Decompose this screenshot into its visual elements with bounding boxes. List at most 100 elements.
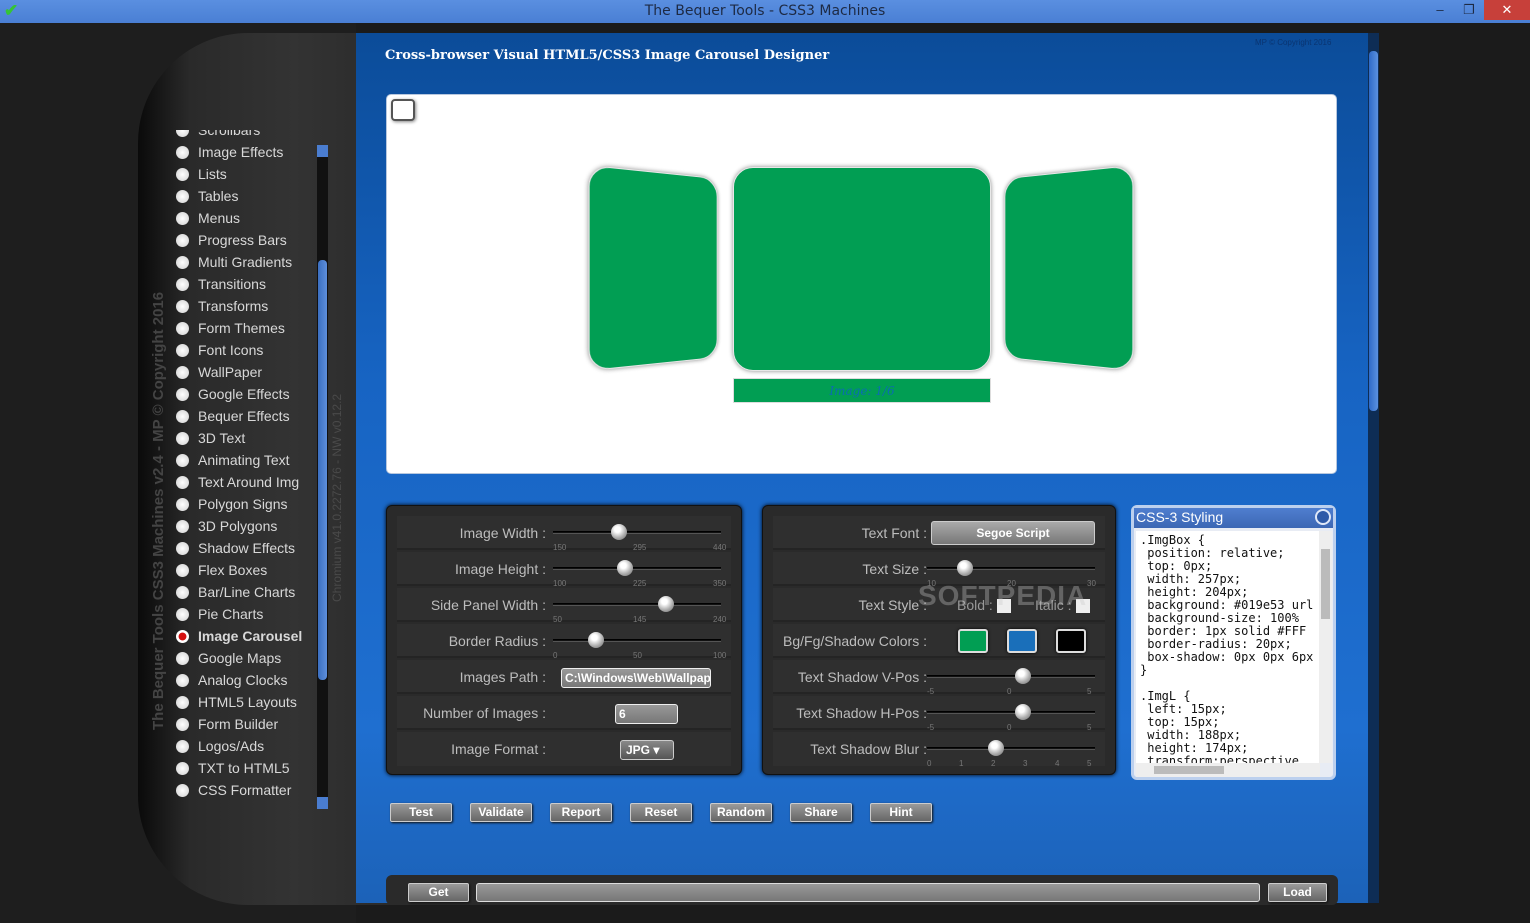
sidebar-item[interactable]: Flex Boxes [174,559,314,581]
sidebar-item[interactable]: Animating Text [174,449,314,471]
sidebar-item[interactable]: Google Effects [174,383,314,405]
css-vertical-scrollbar[interactable] [1319,531,1332,763]
slider-track[interactable] [927,747,1095,750]
slider-knob[interactable] [988,740,1004,756]
slider-knob[interactable] [957,560,973,576]
carousel-center-image[interactable] [733,167,991,371]
radio-icon[interactable] [176,652,189,665]
nav-scrollbar[interactable] [317,145,328,809]
radio-icon[interactable] [176,762,189,775]
sidebar-item[interactable]: 3D Text [174,427,314,449]
radio-icon[interactable] [176,674,189,687]
sidebar-item[interactable]: CSS Formatter [174,779,314,801]
bg-color-swatch[interactable] [958,629,988,653]
sidebar-item[interactable]: Multi Gradients [174,251,314,273]
radio-icon[interactable] [176,388,189,401]
radio-icon[interactable] [176,190,189,203]
text-shadow-blur-slider[interactable]: 0 1 2 3 4 5 [927,739,1095,761]
slider-track[interactable] [553,531,721,534]
sidebar-item[interactable]: Font Icons [174,339,314,361]
minimize-button[interactable]: – [1425,0,1455,20]
url-input[interactable] [476,883,1260,902]
border-radius-slider[interactable]: 0 50 100 [553,631,721,653]
radio-icon[interactable] [176,542,189,555]
image-format-select[interactable]: JPG ▾ [620,740,674,760]
image-height-slider[interactable]: 100 225 350 [553,559,721,581]
sidebar-item[interactable]: Menus [174,207,314,229]
radio-icon[interactable] [176,322,189,335]
sidebar-item[interactable]: 3D Polygons [174,515,314,537]
sidebar-item[interactable]: Image Carousel [174,625,314,647]
radio-icon[interactable] [176,300,189,313]
radio-icon[interactable] [176,696,189,709]
slider-knob[interactable] [611,524,627,540]
radio-icon[interactable] [176,410,189,423]
report-button[interactable]: Report [550,803,612,822]
radio-icon[interactable] [176,168,189,181]
slider-track[interactable] [553,639,721,642]
radio-icon[interactable] [176,476,189,489]
sidebar-item[interactable]: Pie Charts [174,603,314,625]
slider-track[interactable] [927,711,1095,714]
carousel-right-image[interactable] [1004,165,1133,371]
slider-track[interactable] [553,567,721,570]
sidebar-item[interactable]: Transforms [174,295,314,317]
radio-icon[interactable] [176,454,189,467]
css-code-textarea[interactable]: .ImgBox { position: relative; top: 0px; … [1136,531,1320,763]
sidebar-item[interactable]: Image Effects [174,141,314,163]
sidebar-item[interactable]: HTML5 Layouts [174,691,314,713]
test-button[interactable]: Test [390,803,452,822]
sidebar-item[interactable]: Progress Bars [174,229,314,251]
hint-button[interactable]: Hint [870,803,932,822]
carousel-left-image[interactable] [589,165,718,371]
css-panel-toggle-button[interactable] [1315,509,1331,525]
main-scroll-thumb[interactable] [1369,51,1378,411]
images-path-input[interactable]: C:\Windows\Web\Wallpaper [561,668,711,688]
css-hscroll-thumb[interactable] [1154,766,1224,774]
radio-icon[interactable] [176,784,189,797]
reset-button[interactable]: Reset [630,803,692,822]
radio-icon[interactable] [176,586,189,599]
shadow-color-swatch[interactable] [1056,629,1086,653]
text-size-slider[interactable]: 10 20 30 [927,559,1095,581]
radio-icon[interactable] [176,498,189,511]
slider-knob[interactable] [617,560,633,576]
close-button[interactable]: ✕ [1484,0,1530,20]
text-shadow-hpos-slider[interactable]: -5 0 5 [927,703,1095,725]
share-button[interactable]: Share [790,803,852,822]
sidebar-item[interactable]: Form Builder [174,713,314,735]
get-button[interactable]: Get [408,883,469,902]
text-font-button[interactable]: Segoe Script [931,521,1095,545]
radio-icon[interactable] [176,630,189,643]
radio-icon[interactable] [176,718,189,731]
css-vscroll-thumb[interactable] [1321,549,1330,619]
fg-color-swatch[interactable] [1007,629,1037,653]
sidebar-item[interactable]: Form Themes [174,317,314,339]
radio-icon[interactable] [176,366,189,379]
side-panel-width-slider[interactable]: 50 145 240 [553,595,721,617]
sidebar-item[interactable]: Tables [174,185,314,207]
restore-button[interactable]: ❐ [1454,0,1484,20]
radio-icon[interactable] [176,146,189,159]
slider-track[interactable] [927,675,1095,678]
sidebar-item[interactable]: TXT to HTML5 [174,757,314,779]
nav-scroll-down-arrow[interactable] [317,797,328,809]
radio-icon[interactable] [176,344,189,357]
radio-icon[interactable] [176,740,189,753]
radio-icon[interactable] [176,564,189,577]
radio-icon[interactable] [176,234,189,247]
text-shadow-vpos-slider[interactable]: -5 0 5 [927,667,1095,689]
preview-checkbox[interactable] [391,99,415,121]
sidebar-item[interactable]: Scrollbars [174,130,314,141]
sidebar-item[interactable]: Bequer Effects [174,405,314,427]
radio-icon[interactable] [176,130,189,137]
sidebar-item[interactable]: Logos/Ads [174,735,314,757]
radio-icon[interactable] [176,212,189,225]
nav-scroll-up-arrow[interactable] [317,145,328,157]
load-button[interactable]: Load [1268,883,1327,902]
radio-icon[interactable] [176,520,189,533]
radio-icon[interactable] [176,432,189,445]
slider-knob[interactable] [658,596,674,612]
random-button[interactable]: Random [710,803,772,822]
validate-button[interactable]: Validate [470,803,532,822]
